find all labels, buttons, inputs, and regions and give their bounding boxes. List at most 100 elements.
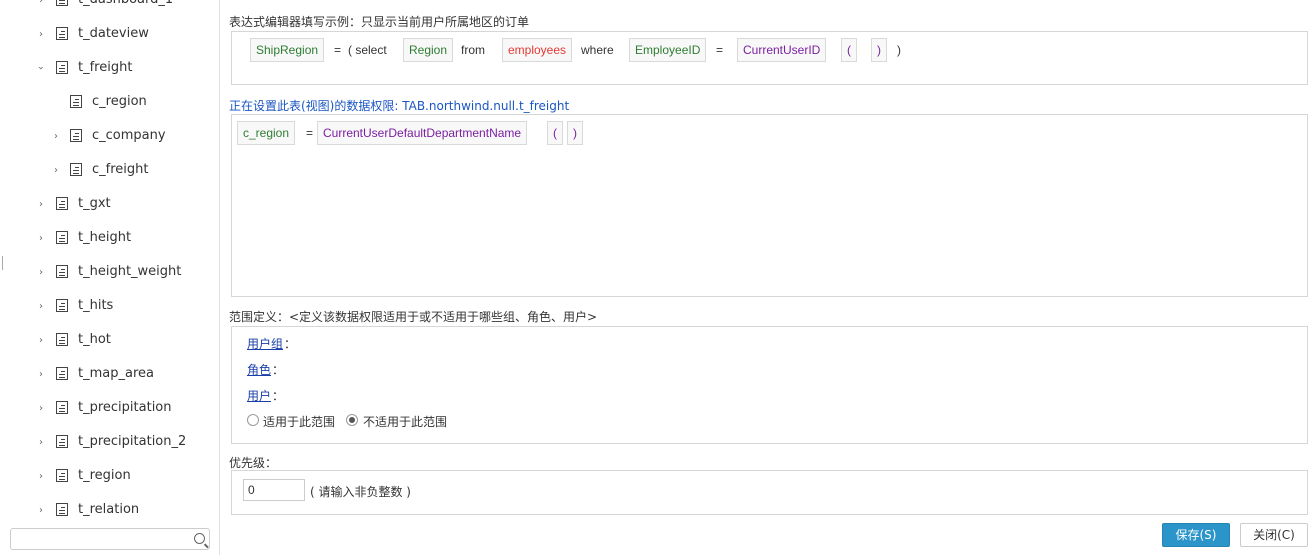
- table-icon: [56, 469, 68, 482]
- chevron-right-icon[interactable]: ›: [36, 194, 46, 214]
- tree-item-t-hot[interactable]: › t_hot: [0, 330, 219, 350]
- tree-item-t-relation[interactable]: › t_relation: [0, 500, 219, 520]
- tree-item-label: t_precipitation_2: [78, 434, 187, 449]
- role-link[interactable]: 角色: [247, 361, 271, 378]
- token-table: employees: [502, 38, 573, 62]
- colon-text: ：: [284, 337, 297, 351]
- tree-item-t-height-weight[interactable]: › t_height_weight: [0, 262, 219, 282]
- tree-item-t-map-area[interactable]: › t_map_area: [0, 364, 219, 384]
- tree-item-t-region[interactable]: › t_region: [0, 466, 219, 486]
- token-function: CurrentUserID: [737, 38, 827, 62]
- editor-target-label: 正在设置此表(视图)的数据权限: TAB.northwind.null.t_fr…: [229, 99, 570, 113]
- priority-input[interactable]: [243, 479, 305, 501]
- chevron-right-icon[interactable]: ›: [36, 364, 46, 384]
- tree-item-label: t_precipitation: [78, 400, 172, 415]
- example-label: 表达式编辑器填写示例：只显示当前用户所属地区的订单: [229, 15, 530, 29]
- tree-item-label: t_relation: [78, 502, 140, 517]
- token-operator: =: [716, 43, 724, 57]
- chevron-right-icon[interactable]: ›: [36, 432, 46, 452]
- tree-item-label: t_region: [78, 468, 131, 483]
- tree-item-label: c_freight: [92, 162, 149, 177]
- tree-item-label: t_hits: [78, 298, 114, 313]
- colon-text: ：: [272, 363, 285, 377]
- tree-item-label: t_dashboard_1: [78, 0, 173, 7]
- token-paren: (: [841, 38, 857, 62]
- tree-item-label: t_dateview: [78, 26, 149, 41]
- tree-item-t-dashboard-1[interactable]: › t_dashboard_1: [0, 0, 219, 10]
- tree-item-label: c_region: [92, 94, 147, 109]
- table-icon: [56, 231, 68, 244]
- table-icon: [56, 367, 68, 380]
- save-button[interactable]: 保存(S): [1162, 523, 1230, 547]
- tree-item-label: t_height: [78, 230, 132, 245]
- colon-text: ：: [272, 389, 285, 403]
- table-icon: [56, 401, 68, 414]
- tree-item-t-hits[interactable]: › t_hits: [0, 296, 219, 316]
- radio-label: 不适用于此范围: [363, 415, 448, 429]
- tree-item-label: t_height_weight: [78, 264, 182, 279]
- chevron-right-icon[interactable]: ›: [36, 24, 46, 44]
- chevron-right-icon[interactable]: ›: [36, 0, 46, 10]
- token-paren: ): [871, 38, 887, 62]
- token-field[interactable]: c_region: [237, 121, 296, 145]
- priority-hint: ( 请输入非负整数 ): [310, 485, 411, 499]
- token-operator[interactable]: =: [306, 121, 313, 145]
- token-field: Region: [403, 38, 454, 62]
- tree-item-t-precipitation[interactable]: › t_precipitation: [0, 398, 219, 418]
- radio-selected-icon[interactable]: [346, 414, 358, 426]
- user-link[interactable]: 用户: [247, 387, 271, 404]
- tree-item-c-company[interactable]: › c_company: [0, 126, 219, 146]
- token-operator: =: [334, 43, 342, 57]
- token-paren[interactable]: ): [567, 121, 583, 145]
- table-icon: [56, 503, 68, 516]
- chevron-right-icon[interactable]: ›: [36, 466, 46, 486]
- token-paren: ): [897, 43, 901, 57]
- token-keyword: where: [581, 43, 614, 57]
- expression-editor[interactable]: c_region = CurrentUserDefaultDepartmentN…: [231, 114, 1308, 297]
- priority-label: 优先级：: [229, 456, 278, 470]
- tree-item-label: t_map_area: [78, 366, 154, 381]
- chevron-right-icon[interactable]: ›: [51, 126, 61, 146]
- search-icon[interactable]: [194, 533, 205, 544]
- chevron-right-icon[interactable]: ›: [36, 262, 46, 282]
- token-field: EmployeeID: [629, 38, 707, 62]
- chevron-down-icon[interactable]: ›: [31, 63, 51, 73]
- column-icon: [70, 163, 82, 176]
- table-icon: [56, 61, 68, 74]
- tree-item-t-height[interactable]: › t_height: [0, 228, 219, 248]
- table-icon: [56, 265, 68, 278]
- table-icon: [56, 435, 68, 448]
- user-group-link[interactable]: 用户组: [247, 335, 283, 352]
- tree-item-label: t_freight: [78, 60, 133, 75]
- table-icon: [56, 27, 68, 40]
- scope-label: 范围定义：<定义该数据权限适用于或不适用于哪些组、角色、用户>: [229, 310, 598, 324]
- chevron-right-icon[interactable]: ›: [36, 500, 46, 520]
- apply-scope-option[interactable]: 适用于此范围: [247, 412, 347, 429]
- chevron-right-icon[interactable]: ›: [36, 330, 46, 350]
- chevron-right-icon[interactable]: ›: [36, 398, 46, 418]
- radio-unselected-icon[interactable]: [247, 414, 259, 426]
- chevron-right-icon[interactable]: ›: [51, 160, 61, 180]
- token-keyword: from: [461, 43, 485, 57]
- table-icon: [56, 0, 68, 6]
- tree-item-t-gxt[interactable]: › t_gxt: [0, 194, 219, 214]
- tree-item-c-region[interactable]: c_region: [0, 92, 219, 112]
- tree-search-box: [10, 528, 210, 550]
- radio-label: 适用于此范围: [263, 415, 336, 429]
- table-icon: [56, 299, 68, 312]
- close-button[interactable]: 关闭(C): [1240, 523, 1308, 547]
- tree-search-input[interactable]: [11, 529, 187, 549]
- tree-item-c-freight[interactable]: › c_freight: [0, 160, 219, 180]
- tree-item-label: t_hot: [78, 332, 111, 347]
- token-paren[interactable]: (: [547, 121, 563, 145]
- tree-item-t-freight[interactable]: › t_freight: [0, 58, 219, 78]
- token-function[interactable]: CurrentUserDefaultDepartmentName: [317, 121, 528, 145]
- tree-item-t-dateview[interactable]: › t_dateview: [0, 24, 219, 44]
- table-tree-sidebar: › t_dashboard_1 › t_dateview › t_freight…: [0, 0, 220, 555]
- tree-item-label: t_gxt: [78, 196, 111, 211]
- chevron-right-icon[interactable]: ›: [36, 296, 46, 316]
- column-icon: [70, 129, 82, 142]
- chevron-right-icon[interactable]: ›: [36, 228, 46, 248]
- tree-item-t-precipitation-2[interactable]: › t_precipitation_2: [0, 432, 219, 452]
- exclude-scope-option[interactable]: 不适用于此范围: [346, 412, 456, 429]
